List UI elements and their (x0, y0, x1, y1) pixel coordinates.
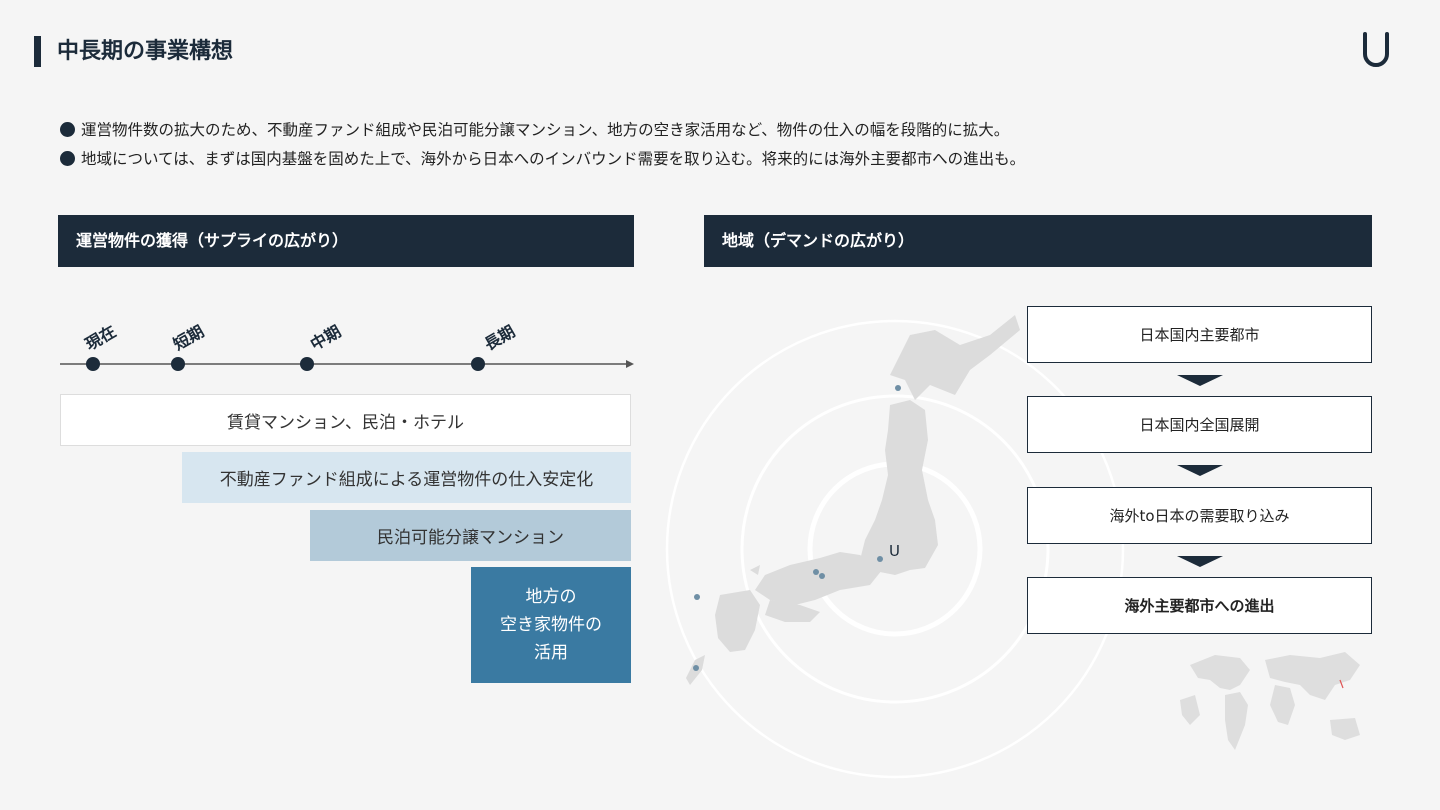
bullet-dot-icon (60, 122, 75, 137)
summary-bullets: 運営物件数の拡大のため、不動産ファンド組成や民泊可能分譲マンション、地方の空き家… (60, 116, 1025, 174)
supply-bar-rental: 賃貸マンション、民泊・ホテル (60, 394, 631, 446)
world-map-icon (1180, 652, 1360, 750)
city-marker-tokyo (877, 556, 883, 562)
step-overseas-expansion: 海外主要都市への進出 (1027, 577, 1372, 634)
city-marker-sapporo (895, 385, 901, 391)
bar-line: 空き家物件の (500, 615, 602, 635)
timeline-dot-long (471, 357, 485, 371)
bar-line: 活用 (534, 643, 568, 663)
down-arrow-icon (1177, 375, 1223, 386)
down-arrow-icon (1177, 465, 1223, 476)
supply-panel-header: 運営物件の獲得（サプライの広がり） (58, 215, 634, 267)
bar-line: 地方の (525, 587, 577, 607)
down-arrow-icon (1177, 556, 1223, 567)
supply-bar-condo: 民泊可能分譲マンション (310, 510, 631, 561)
step-domestic-major-cities: 日本国内主要都市 (1027, 306, 1372, 363)
brand-logo-icon (1363, 32, 1389, 67)
title-accent-bar (34, 36, 41, 67)
city-marker-kagoshima (693, 665, 699, 671)
step-inbound-demand: 海外to日本の需要取り込み (1027, 487, 1372, 544)
step-domestic-nationwide: 日本国内全国展開 (1027, 396, 1372, 453)
city-marker-fukuoka (694, 594, 700, 600)
japan-map: U (665, 315, 1125, 779)
map-brand-mark: U (889, 542, 900, 560)
japan-landmass (686, 315, 1020, 685)
bullet-dot-icon (60, 151, 75, 166)
city-marker-osaka (819, 573, 825, 579)
bullet-item: 地域については、まずは国内基盤を固めた上で、海外から日本へのインバウンド需要を取… (60, 145, 1025, 174)
timeline (60, 357, 634, 371)
supply-bar-fund: 不動産ファンド組成による運営物件の仕入安定化 (182, 452, 631, 503)
demand-panel-header: 地域（デマンドの広がり） (704, 215, 1372, 267)
city-marker-kyoto (813, 569, 819, 575)
timeline-dot-mid (300, 357, 314, 371)
timeline-arrowhead-icon (626, 360, 634, 368)
timeline-dot-short (171, 357, 185, 371)
timeline-dot-now (86, 357, 100, 371)
bullet-item: 運営物件数の拡大のため、不動産ファンド組成や民泊可能分譲マンション、地方の空き家… (60, 116, 1025, 145)
supply-bar-vacant-house: 地方の 空き家物件の 活用 (471, 567, 631, 683)
page-title: 中長期の事業構想 (57, 39, 234, 64)
